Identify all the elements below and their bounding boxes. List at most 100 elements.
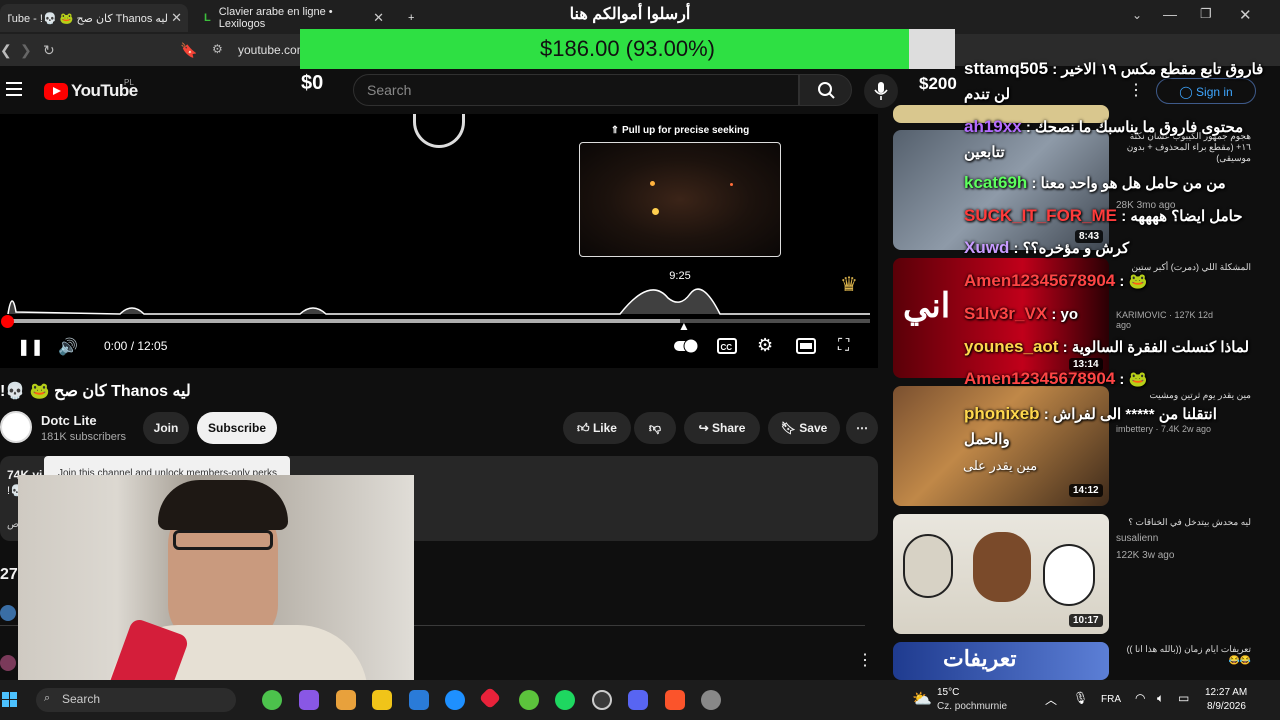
site-settings-icon[interactable]: ⚙	[212, 42, 223, 56]
back-icon[interactable]: ❮	[0, 42, 12, 59]
chat-username[interactable]: SUCK_IT_FOR_ME	[964, 206, 1117, 225]
join-button[interactable]: Join	[143, 412, 189, 444]
close-tab-icon[interactable]: ✕	[373, 10, 384, 26]
menu-icon[interactable]	[6, 82, 22, 96]
weather-temperature[interactable]: 15°C	[937, 687, 959, 698]
thumbs-up-icon: 👍︎	[577, 421, 590, 435]
forward-icon[interactable]: ❯	[20, 42, 32, 59]
share-icon: ↪	[698, 421, 709, 435]
tab-lexilogos[interactable]: L Clavier arabe en ligne • Lexilogos ✕	[196, 4, 390, 32]
pause-icon[interactable]: ❚❚	[17, 337, 44, 357]
rec-title[interactable]: تعريفات ايام زمان ((بالله هذا انا )) 😂😂	[1116, 644, 1251, 666]
donation-max-label: $200	[919, 74, 957, 93]
obs-icon[interactable]	[592, 690, 612, 710]
twitch-icon[interactable]	[299, 690, 319, 710]
search-icon: ⌕	[44, 692, 51, 704]
fullscreen-icon[interactable]: ⛶	[838, 337, 849, 355]
search-button[interactable]	[799, 74, 852, 106]
thumbs-down-icon: 👎︎	[648, 421, 662, 435]
chat-username[interactable]: S1lv3r_VX	[964, 304, 1047, 323]
restore-icon[interactable]: ❐	[1200, 6, 1212, 22]
theater-mode-icon[interactable]	[796, 337, 816, 355]
minimize-icon[interactable]: —	[1163, 6, 1177, 22]
video-player[interactable]: ⇑ Pull up for precise seeking 9:25 ♛ ▲ ❚…	[0, 114, 878, 368]
tab-youtube[interactable]: ليه Thanos كان صح 🐸 💀! - YouTube ✕	[0, 4, 188, 32]
spotify-icon[interactable]	[555, 690, 575, 710]
wifi-icon[interactable]: ◠	[1135, 691, 1145, 705]
app-icon[interactable]	[336, 690, 356, 710]
reload-icon[interactable]: ↻	[43, 42, 55, 59]
bookmark-icon[interactable]: 🔖	[180, 42, 197, 59]
chat-username[interactable]: sttamq505	[964, 59, 1048, 78]
chat-username[interactable]: younes_aot	[964, 337, 1058, 356]
search-icon	[818, 82, 835, 99]
chevron-up-icon[interactable]: ︿	[1045, 691, 1057, 708]
loading-spinner	[413, 114, 465, 148]
thumbnail-text: مين يقدر على	[963, 458, 1038, 473]
chat-username[interactable]: ah19xx	[964, 117, 1022, 136]
app-icon[interactable]	[478, 686, 502, 710]
rec-channel[interactable]: susalienn	[1116, 533, 1158, 544]
subscribe-button[interactable]: Subscribe	[197, 412, 277, 444]
microphone-icon[interactable]: 🎙︎	[1073, 691, 1088, 705]
save-button[interactable]: 🔖︎ Save	[768, 412, 840, 444]
utorrent-icon[interactable]	[519, 690, 539, 710]
close-window-icon[interactable]: ✕	[1239, 6, 1252, 24]
language-indicator[interactable]: FRA	[1101, 694, 1121, 705]
chat-username[interactable]: Amen12345678904	[964, 271, 1115, 290]
donation-min-label: $0	[301, 72, 324, 94]
chat-username[interactable]: Amen12345678904	[964, 369, 1115, 388]
settings-icon[interactable]	[701, 690, 721, 710]
chat-username[interactable]: kcat69h	[964, 173, 1027, 192]
url-text[interactable]: youtube.com	[238, 43, 307, 57]
rec-thumbnail[interactable]: 10:17	[893, 514, 1109, 634]
file-explorer-icon[interactable]	[372, 690, 392, 710]
captions-icon[interactable]: CC	[717, 337, 737, 355]
weather-icon[interactable]: ⛅	[912, 689, 932, 709]
store-icon[interactable]	[409, 690, 429, 710]
channel-name[interactable]: Dotc Lite	[41, 413, 97, 428]
rec-title[interactable]: ليه محدش بيتدخل في الخناقات ؟	[1116, 517, 1251, 528]
progress-scrubber[interactable]	[1, 315, 14, 328]
xbox-icon[interactable]	[262, 690, 282, 710]
new-tab-button[interactable]: +	[400, 4, 422, 32]
more-actions-button[interactable]: ⋯	[846, 412, 878, 444]
heatmap-graph	[7, 288, 870, 315]
duration-badge: 10:17	[1069, 614, 1103, 627]
chat-username[interactable]: Xuwd	[964, 238, 1009, 257]
discord-icon[interactable]	[628, 690, 648, 710]
donation-goal-bar: $186.00 (93.00%)	[300, 29, 955, 69]
search-input[interactable]	[367, 82, 767, 98]
battery-icon[interactable]: ▭	[1178, 691, 1189, 705]
clock-time[interactable]: 12:27 AM	[1205, 687, 1247, 698]
commenter-avatar[interactable]	[0, 655, 16, 671]
chat-text: 🐸	[1128, 273, 1148, 290]
autoplay-toggle-icon[interactable]	[674, 338, 700, 354]
more-vert-icon[interactable]: ⋮	[857, 650, 873, 670]
volume-icon[interactable]: 🔈︎	[1157, 691, 1164, 706]
webcam-overlay	[18, 475, 414, 698]
mouse-cursor-icon: ▲	[678, 319, 690, 333]
volume-icon[interactable]: 🔊	[58, 337, 78, 357]
settings-gear-icon[interactable]: ⚙	[757, 335, 773, 356]
dislike-button[interactable]: 👎︎	[634, 412, 676, 444]
like-button[interactable]: 👍︎ Like	[563, 412, 631, 444]
help-icon[interactable]	[445, 690, 465, 710]
channel-avatar[interactable]	[0, 411, 32, 443]
voice-search-button[interactable]	[864, 74, 898, 108]
save-label: Save	[799, 421, 828, 435]
clock-date[interactable]: 8/9/2026	[1207, 701, 1246, 712]
chat-username[interactable]: phonixeb	[964, 404, 1040, 423]
progress-buffer	[8, 319, 681, 323]
share-button[interactable]: ↪ Share	[684, 412, 760, 444]
progress-bar[interactable]	[8, 319, 870, 323]
taskbar-search[interactable]: ⌕ Search	[36, 688, 236, 712]
weather-description[interactable]: Cz. pochmurnie	[937, 701, 1007, 712]
windows-start-icon[interactable]	[2, 692, 18, 708]
rec-thumbnail[interactable]: تعريفات	[893, 642, 1109, 680]
rec-title[interactable]: مين يقدر يوم ثرتين ومشيت	[1116, 390, 1251, 401]
commenter-avatar[interactable]	[0, 605, 16, 621]
brave-icon[interactable]	[665, 690, 685, 710]
tab-list-icon[interactable]: ⌄	[1132, 8, 1142, 22]
close-tab-icon[interactable]: ✕	[171, 10, 182, 26]
